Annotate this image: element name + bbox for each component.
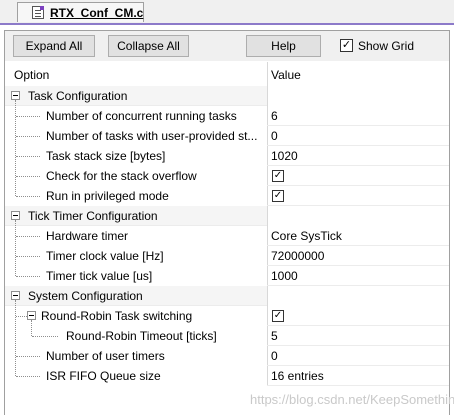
- column-separator: [267, 286, 268, 306]
- option-label: Round-Robin Timeout [ticks]: [66, 329, 217, 343]
- option-value[interactable]: 72000000: [271, 249, 324, 263]
- tab-underline: [0, 23, 454, 25]
- option-value[interactable]: Core SysTick: [271, 229, 342, 243]
- tree-branch: [16, 276, 40, 277]
- tree-branch: [16, 256, 40, 257]
- column-separator: [267, 86, 268, 106]
- tree-branch: [16, 176, 40, 177]
- tab-strip: RTX_Conf_CM.c: [0, 0, 454, 25]
- column-separator: [267, 62, 268, 86]
- group-row[interactable]: System Configuration: [5, 286, 449, 306]
- show-grid-label: Show Grid: [358, 39, 415, 53]
- option-row[interactable]: Run in privileged mode ✓: [5, 186, 449, 206]
- show-grid-checkbox[interactable]: ✓: [340, 39, 353, 52]
- row-divider: [267, 385, 449, 386]
- option-label: Timer tick value [us]: [46, 269, 153, 283]
- option-label: Run in privileged mode: [46, 189, 169, 203]
- tree-branch: [16, 356, 40, 357]
- watermark: https://blog.csdn.net/KeepSomething: [250, 392, 454, 407]
- expand-all-button[interactable]: Expand All: [13, 35, 95, 57]
- option-row[interactable]: Number of concurrent running tasks 6: [5, 106, 449, 126]
- option-label: Hardware timer: [46, 229, 129, 243]
- option-row[interactable]: Task stack size [bytes] 1020: [5, 146, 449, 166]
- option-label: Check for the stack overflow: [46, 169, 197, 183]
- option-row[interactable]: ISR FIFO Queue size 16 entries: [5, 366, 449, 386]
- tree-branch: [16, 236, 40, 237]
- option-label: ISR FIFO Queue size: [46, 369, 161, 383]
- option-column-header: Option: [14, 68, 50, 82]
- group-label: Tick Timer Configuration: [28, 209, 158, 223]
- c-file-icon: [32, 6, 44, 19]
- value-checkbox[interactable]: ✓: [272, 310, 284, 322]
- option-label: Number of concurrent running tasks: [46, 109, 237, 123]
- tree-branch: [32, 336, 58, 337]
- option-row[interactable]: Number of user timers 0: [5, 346, 449, 366]
- group-label: System Configuration: [28, 289, 143, 303]
- tree-branch: [16, 376, 40, 377]
- file-tab[interactable]: RTX_Conf_CM.c: [17, 2, 144, 22]
- option-row[interactable]: Number of tasks with user-provided st...…: [5, 126, 449, 146]
- collapse-icon[interactable]: [11, 91, 20, 100]
- option-value[interactable]: 1000: [271, 269, 298, 283]
- group-row[interactable]: Task Configuration: [5, 86, 449, 106]
- option-label: Round-Robin Task switching: [41, 309, 193, 323]
- option-value[interactable]: 0: [271, 349, 278, 363]
- help-button[interactable]: Help: [246, 35, 321, 57]
- column-separator: [267, 166, 268, 186]
- collapse-icon[interactable]: [11, 211, 20, 220]
- column-separator: [267, 106, 268, 126]
- collapse-all-button[interactable]: Collapse All: [108, 35, 189, 57]
- tree-branch: [16, 316, 27, 317]
- option-label: Timer clock value [Hz]: [46, 249, 164, 263]
- tree-branch: [16, 116, 40, 117]
- option-label: Number of tasks with user-provided st...: [46, 129, 258, 143]
- column-separator: [267, 266, 268, 286]
- option-row[interactable]: Timer tick value [us] 1000: [5, 266, 449, 286]
- column-separator: [267, 306, 268, 326]
- tree-branch: [16, 196, 40, 197]
- option-row[interactable]: Timer clock value [Hz] 72000000: [5, 246, 449, 266]
- option-label: Number of user timers: [46, 349, 165, 363]
- collapse-icon[interactable]: [11, 291, 20, 300]
- option-value[interactable]: 0: [271, 129, 278, 143]
- column-separator: [267, 146, 268, 166]
- option-row[interactable]: Check for the stack overflow ✓: [5, 166, 449, 186]
- option-value[interactable]: 5: [271, 329, 278, 343]
- column-separator: [267, 206, 268, 226]
- value-checkbox[interactable]: ✓: [272, 190, 284, 202]
- option-label: Task stack size [bytes]: [46, 149, 166, 163]
- value-column-header: Value: [271, 68, 301, 82]
- column-separator: [267, 186, 268, 206]
- configuration-wizard: Expand All Collapse All Help ✓ Show Grid…: [4, 30, 450, 415]
- grid-header: Option Value: [5, 62, 449, 86]
- value-checkbox[interactable]: ✓: [272, 170, 284, 182]
- nested-option-row[interactable]: Round-Robin Timeout [ticks] 5: [5, 320, 449, 346]
- tree-branch: [16, 156, 40, 157]
- group-label: Task Configuration: [28, 89, 128, 103]
- collapse-icon[interactable]: [27, 311, 36, 320]
- column-separator: [267, 326, 268, 346]
- option-row[interactable]: Hardware timer Core SysTick: [5, 226, 449, 246]
- toolbar: Expand All Collapse All Help ✓ Show Grid: [5, 31, 449, 61]
- option-value[interactable]: 1020: [271, 149, 298, 163]
- column-separator: [267, 226, 268, 246]
- tree-branch: [16, 136, 40, 137]
- file-tab-label: RTX_Conf_CM.c: [50, 6, 144, 20]
- tree-connector: [31, 320, 32, 336]
- option-value[interactable]: 6: [271, 109, 278, 123]
- column-separator: [267, 126, 268, 146]
- column-separator: [267, 246, 268, 266]
- column-separator: [267, 346, 268, 366]
- column-separator: [267, 366, 268, 386]
- option-value[interactable]: 16 entries: [271, 369, 324, 383]
- group-row[interactable]: Tick Timer Configuration: [5, 206, 449, 226]
- option-row[interactable]: Round-Robin Task switching ✓: [5, 306, 449, 326]
